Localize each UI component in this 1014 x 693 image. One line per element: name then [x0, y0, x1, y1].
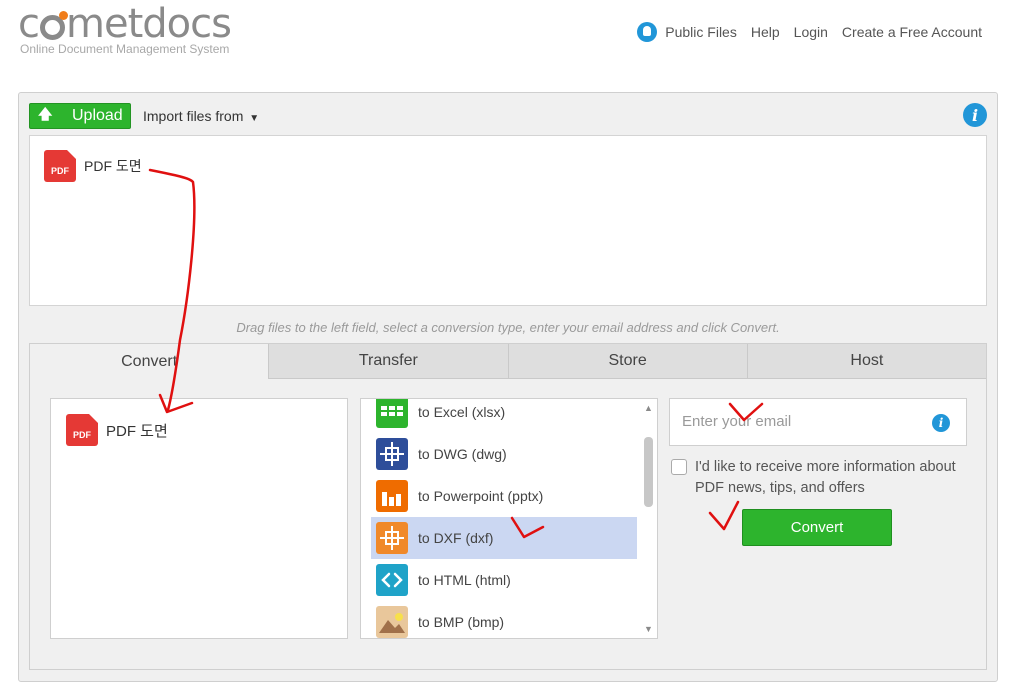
logo-tagline: Online Document Management System [20, 42, 230, 56]
newsletter-optin: I'd like to receive more information abo… [671, 457, 967, 499]
tab-bar: Convert Transfer Store Host [30, 344, 986, 379]
upload-button-label: Upload [72, 107, 123, 124]
scroll-thumb[interactable] [644, 437, 653, 507]
bmp-icon [376, 606, 408, 638]
upload-button[interactable]: 🡅 Upload [29, 103, 131, 129]
email-input[interactable] [680, 399, 920, 443]
help-link[interactable]: Help [751, 24, 780, 40]
format-option-dxf[interactable]: to DXF (dxf) [371, 517, 637, 559]
scroll-down-icon[interactable]: ▼ [644, 624, 653, 634]
email-field-container: i [669, 398, 967, 446]
convert-button[interactable]: Convert [742, 509, 892, 546]
excel-icon [376, 399, 408, 428]
up-arrow-icon: 🡅 [38, 106, 53, 122]
format-label: to DWG (dwg) [418, 446, 507, 462]
instructions-text: Drag files to the left field, select a c… [236, 320, 780, 335]
tab-convert[interactable]: Convert [30, 344, 269, 379]
dxf-icon [376, 522, 408, 554]
selected-files-list[interactable]: PDF PDF 도면 [50, 398, 348, 639]
login-link[interactable]: Login [794, 24, 828, 40]
conversion-format-list[interactable]: to Excel (xlsx) to DWG (dwg) to Powerpoi… [360, 398, 658, 639]
main-panel: 🡅 Upload Import files from ▼ i PDF PDF 도… [18, 92, 998, 682]
powerpoint-icon [376, 480, 408, 512]
newsletter-checkbox[interactable] [671, 459, 687, 475]
format-option-excel[interactable]: to Excel (xlsx) [371, 399, 637, 433]
format-option-bmp[interactable]: to BMP (bmp) [371, 601, 637, 638]
logo-wordmark: c metdocs [18, 1, 232, 47]
tab-host[interactable]: Host [746, 344, 986, 379]
file-dropzone[interactable]: PDF PDF 도면 [29, 135, 987, 306]
newsletter-optin-label: I'd like to receive more information abo… [695, 459, 956, 496]
create-account-link[interactable]: Create a Free Account [842, 24, 982, 40]
format-option-dwg[interactable]: to DWG (dwg) [371, 433, 637, 475]
file-item[interactable]: PDF PDF 도면 [44, 150, 142, 182]
action-tabs: Convert Transfer Store Host PDF PDF 도면 t… [29, 343, 987, 670]
caret-down-icon: ▼ [249, 113, 260, 124]
email-info-icon[interactable]: i [932, 414, 950, 432]
cometdocs-logo[interactable]: c metdocs Online Document Management Syst… [18, 1, 232, 56]
format-label: to Excel (xlsx) [418, 404, 506, 420]
selected-file-item[interactable]: PDF PDF 도면 [66, 414, 168, 446]
html-icon [376, 564, 408, 596]
format-label: to HTML (html) [418, 572, 511, 588]
info-icon[interactable]: i [963, 103, 987, 127]
format-label: to BMP (bmp) [418, 614, 505, 630]
tab-transfer[interactable]: Transfer [268, 344, 508, 379]
dwg-icon [376, 438, 408, 470]
file-name: PDF 도면 [106, 422, 168, 440]
format-label: to DXF (dxf) [418, 530, 494, 546]
format-list-scrollbar[interactable]: ▲ ▼ [640, 399, 657, 638]
convert-tab-content: PDF PDF 도면 to Excel (xlsx) to DWG (dwg) [30, 379, 986, 669]
format-label: to Powerpoint (pptx) [418, 488, 544, 504]
format-option-powerpoint[interactable]: to Powerpoint (pptx) [371, 475, 637, 517]
lightbulb-icon [637, 22, 658, 42]
comet-o-icon [40, 10, 68, 40]
pdf-file-icon: PDF [44, 150, 76, 182]
import-files-dropdown[interactable]: Import files from ▼ [143, 108, 259, 124]
pdf-file-icon: PDF [66, 414, 98, 446]
tab-store[interactable]: Store [507, 344, 747, 379]
import-label: Import files from [143, 108, 244, 124]
scroll-up-icon[interactable]: ▲ [644, 403, 653, 413]
top-navigation: Public Files Help Login Create a Free Ac… [637, 22, 982, 42]
format-option-html[interactable]: to HTML (html) [371, 559, 637, 601]
file-name: PDF 도면 [84, 158, 142, 174]
public-files-link[interactable]: Public Files [665, 24, 737, 40]
